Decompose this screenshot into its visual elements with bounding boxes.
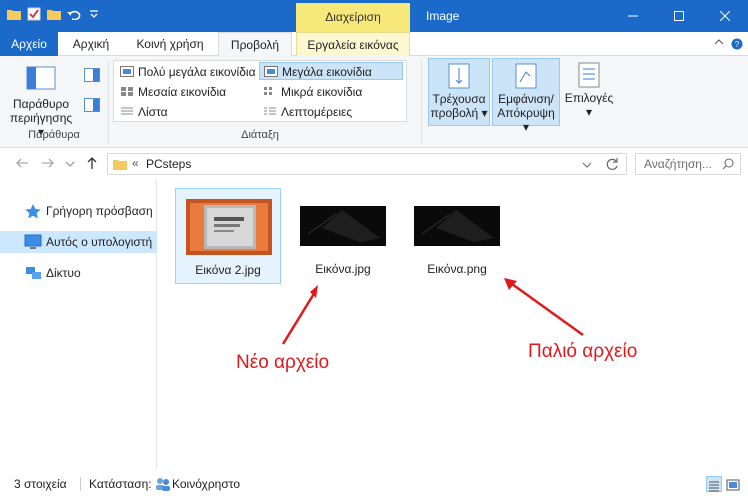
show-hide-button[interactable]: Εμφάνιση/ Απόκρυψη ▾ xyxy=(492,58,560,134)
state-value: Κοινόχρηστο xyxy=(172,477,240,491)
search-input[interactable]: Αναζήτηση... xyxy=(635,153,741,175)
ribbon-separator xyxy=(108,60,109,144)
status-bar: 3 στοιχεία Κατάσταση: Κοινόχρηστο xyxy=(0,472,748,496)
back-arrow-icon xyxy=(16,158,28,168)
group-label-layout: Διάταξη xyxy=(241,129,279,141)
search-icon xyxy=(722,158,734,170)
options-label-1: Επιλογές xyxy=(564,91,614,105)
navigation-pane: Γρήγορη πρόσβαση Αυτός ο υπολογιστή Δίκτ… xyxy=(0,180,157,470)
tab-view[interactable]: Προβολή xyxy=(218,32,292,57)
options-label-2: ▾ xyxy=(585,105,593,119)
state-label: Κατάσταση: xyxy=(89,477,152,491)
back-button[interactable] xyxy=(14,156,30,172)
show-hide-icon xyxy=(515,63,537,89)
star-icon xyxy=(25,204,41,219)
quick-access-toolbar xyxy=(6,6,102,22)
annotation-arrows xyxy=(281,278,584,345)
layout-details[interactable]: Λεπτομέρειες xyxy=(259,103,403,121)
help-icon[interactable]: ? xyxy=(730,38,744,50)
layout-extra-large-icons[interactable]: Πολύ μεγάλα εικονίδια xyxy=(116,63,258,81)
customize-toolbar-icon[interactable] xyxy=(86,6,102,22)
layout-gallery: Πολύ μεγάλα εικονίδια Μεγάλα εικονίδια Μ… xyxy=(113,60,407,122)
details-pane-button[interactable] xyxy=(82,98,102,116)
sort-by-icon xyxy=(448,63,470,89)
layout-medium-icons[interactable]: Μεσαία εικονίδια xyxy=(116,83,258,101)
preview-pane-button[interactable] xyxy=(82,68,102,86)
folder-icon xyxy=(113,160,127,170)
minimize-button[interactable] xyxy=(610,0,656,32)
large-icons-icon xyxy=(264,66,278,77)
up-arrow-icon xyxy=(87,157,97,169)
navigation-pane-button[interactable]: Παράθυρο περιήγησης ▾ xyxy=(6,60,76,139)
folder-icon[interactable] xyxy=(6,6,22,22)
minimize-icon xyxy=(628,15,638,17)
refresh-icon[interactable] xyxy=(605,157,619,171)
ribbon-view: Παράθυρο περιήγησης ▾ Παράθυρα Πολύ μεγά… xyxy=(0,56,748,148)
computer-icon xyxy=(24,234,42,249)
item-count: 3 στοιχεία xyxy=(14,477,67,491)
medium-icons-icon xyxy=(121,87,133,96)
nav-item-this-pc[interactable]: Αυτός ο υπολογιστή xyxy=(0,231,157,253)
group-label-panes: Παράθυρα xyxy=(28,129,80,141)
extra-large-icons-icon xyxy=(120,66,134,77)
address-overflow[interactable]: « xyxy=(132,156,139,170)
navigation-pane-icon xyxy=(26,66,56,90)
tab-picture-tools[interactable]: Εργαλεία εικόνας xyxy=(296,32,410,56)
close-icon xyxy=(720,11,730,21)
show-hide-label-2: Απόκρυψη ▾ xyxy=(497,106,555,134)
chevron-down-icon xyxy=(65,161,75,167)
maximize-icon xyxy=(674,11,684,21)
network-icon xyxy=(26,267,41,279)
small-icons-icon xyxy=(264,87,272,95)
options-button[interactable]: Επιλογές ▾ xyxy=(562,58,616,126)
details-view-icon xyxy=(709,481,719,492)
details-view-button[interactable] xyxy=(706,476,722,492)
layout-large-icons[interactable]: Μεγάλα εικονίδια xyxy=(259,62,403,80)
maximize-button[interactable] xyxy=(656,0,702,32)
up-button[interactable] xyxy=(84,156,100,172)
new-folder-icon[interactable] xyxy=(46,6,62,22)
annotation-old-file: Παλιό αρχείο xyxy=(528,341,638,362)
tab-share[interactable]: Κοινή χρήση xyxy=(124,32,216,56)
forward-button[interactable] xyxy=(40,156,56,172)
current-view-button[interactable]: Τρέχουσα προβολή ▾ xyxy=(428,58,490,126)
file-view: Εικόνα 2.jpg Εικόνα.jpg Εικόνα.png Νέο α… xyxy=(160,180,746,470)
preview-pane-icon xyxy=(84,68,100,82)
options-icon xyxy=(578,62,600,88)
ribbon-tabs: Αρχείο Αρχική Κοινή χρήση Προβολή Εργαλε… xyxy=(0,32,748,128)
large-icons-view-button[interactable] xyxy=(726,476,742,492)
address-path[interactable]: PCsteps xyxy=(146,157,191,171)
current-view-label-1: Τρέχουσα xyxy=(432,92,486,106)
search-placeholder: Αναζήτηση... xyxy=(644,157,712,171)
tab-home[interactable]: Αρχική xyxy=(60,32,122,56)
address-row: « PCsteps Αναζήτηση... xyxy=(0,149,748,179)
forward-arrow-icon xyxy=(42,158,54,168)
current-view-label-2: προβολή ▾ xyxy=(430,106,488,120)
annotation-new-file: Νέο αρχείο xyxy=(236,352,330,373)
details-pane-icon xyxy=(84,98,100,112)
svg-text:?: ? xyxy=(735,40,740,49)
status-separator xyxy=(80,477,81,491)
undo-icon[interactable] xyxy=(66,6,82,22)
navigation-pane-label-1: Παράθυρο xyxy=(12,97,70,111)
title-bar: Διαχείριση Image xyxy=(0,0,748,32)
window-title: Image xyxy=(426,9,460,23)
show-hide-label-1: Εμφάνιση/ xyxy=(498,92,554,106)
large-icons-view-icon xyxy=(726,479,740,491)
recent-locations-button[interactable] xyxy=(64,156,76,172)
close-button[interactable] xyxy=(702,0,748,32)
ribbon-separator xyxy=(421,60,422,144)
list-icon xyxy=(121,107,133,115)
layout-list[interactable]: Λίστα xyxy=(116,103,258,121)
properties-icon[interactable] xyxy=(26,6,42,22)
context-tab-manage[interactable]: Διαχείριση xyxy=(296,3,410,32)
nav-item-network[interactable]: Δίκτυο xyxy=(0,262,157,284)
minimize-ribbon-icon[interactable] xyxy=(712,38,726,50)
shared-users-icon xyxy=(156,478,170,491)
layout-small-icons[interactable]: Μικρά εικονίδια xyxy=(259,83,403,101)
chevron-down-icon[interactable] xyxy=(582,160,592,170)
details-icon xyxy=(264,107,276,115)
nav-item-quick-access[interactable]: Γρήγορη πρόσβαση xyxy=(0,200,157,222)
address-bar[interactable]: « PCsteps xyxy=(107,153,627,175)
